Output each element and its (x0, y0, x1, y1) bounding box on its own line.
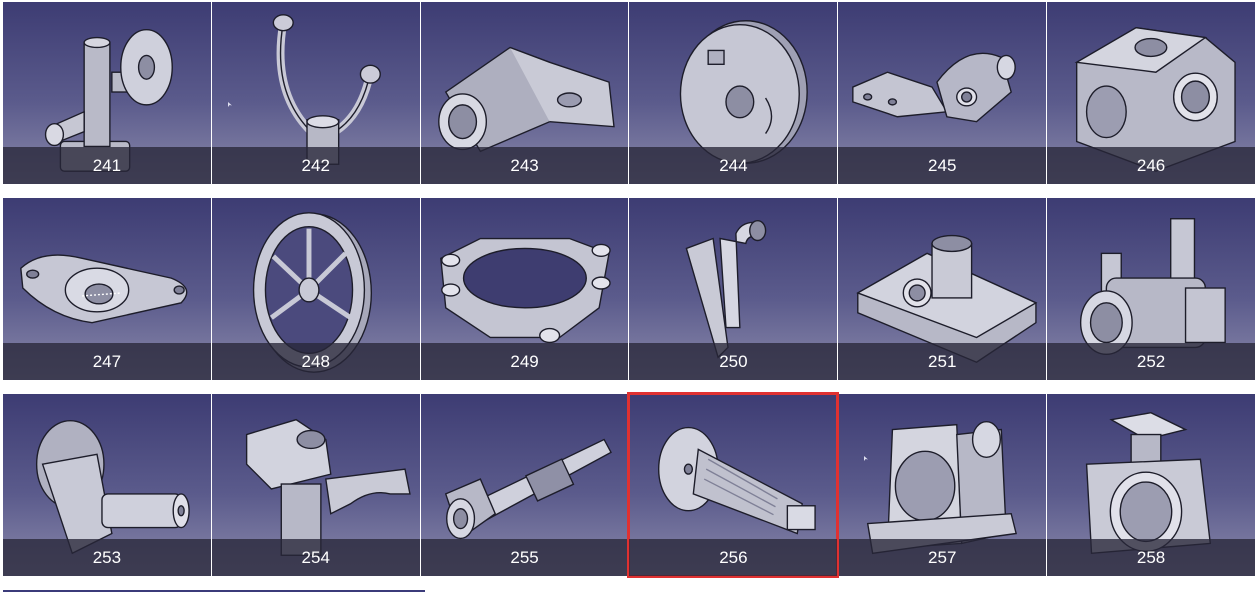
tile-label: 243 (420, 147, 629, 184)
gallery-tile-250[interactable]: 250 (629, 198, 838, 380)
tile-label: 246 (1047, 147, 1255, 184)
gallery-tile-246[interactable]: 246 (1047, 2, 1255, 184)
tile-label: 241 (3, 147, 211, 184)
tile-label: 251 (838, 343, 1047, 380)
gallery-tile-245[interactable]: 245 (838, 2, 1047, 184)
tile-label: 258 (1047, 539, 1255, 576)
model-gallery-grid: 241 242 243 244 245 246 247 248 249 250 … (3, 2, 1255, 591)
gallery-tile-251[interactable]: 251 (838, 198, 1047, 380)
tile-label: 248 (211, 343, 420, 380)
tile-label: 252 (1047, 343, 1255, 380)
gallery-tile-248[interactable]: 248 (211, 198, 420, 380)
gallery-tile-244[interactable]: 244 (629, 2, 838, 184)
tile-label: 254 (211, 539, 420, 576)
gallery-tile-253[interactable]: 253 (3, 394, 211, 576)
gallery-tile-243[interactable]: 243 (420, 2, 629, 184)
tile-label: 247 (3, 343, 211, 380)
tile-label: 253 (3, 539, 211, 576)
tile-label: 249 (420, 343, 629, 380)
gallery-tile-252[interactable]: 252 (1047, 198, 1255, 380)
tile-label: 245 (838, 147, 1047, 184)
tile-label: 244 (629, 147, 838, 184)
gallery-tile-254[interactable]: 254 (211, 394, 420, 576)
gallery-tile-241[interactable]: 241 (3, 2, 211, 184)
tile-label: 255 (420, 539, 629, 576)
gallery-tile-258[interactable]: 258 (1047, 394, 1255, 576)
gallery-tile-242[interactable]: 242 (211, 2, 420, 184)
gallery-tile-255[interactable]: 255 (420, 394, 629, 576)
tile-label: 256 (629, 539, 838, 576)
tile-label: 250 (629, 343, 838, 380)
gallery-tile-249[interactable]: 249 (420, 198, 629, 380)
gallery-tile-257[interactable]: 257 (838, 394, 1047, 576)
gallery-tile-247[interactable]: 247 (3, 198, 211, 380)
scroll-indicator (3, 590, 425, 592)
tile-label: 257 (838, 539, 1047, 576)
gallery-tile-256[interactable]: 256 (627, 392, 840, 578)
tile-label: 242 (211, 147, 420, 184)
